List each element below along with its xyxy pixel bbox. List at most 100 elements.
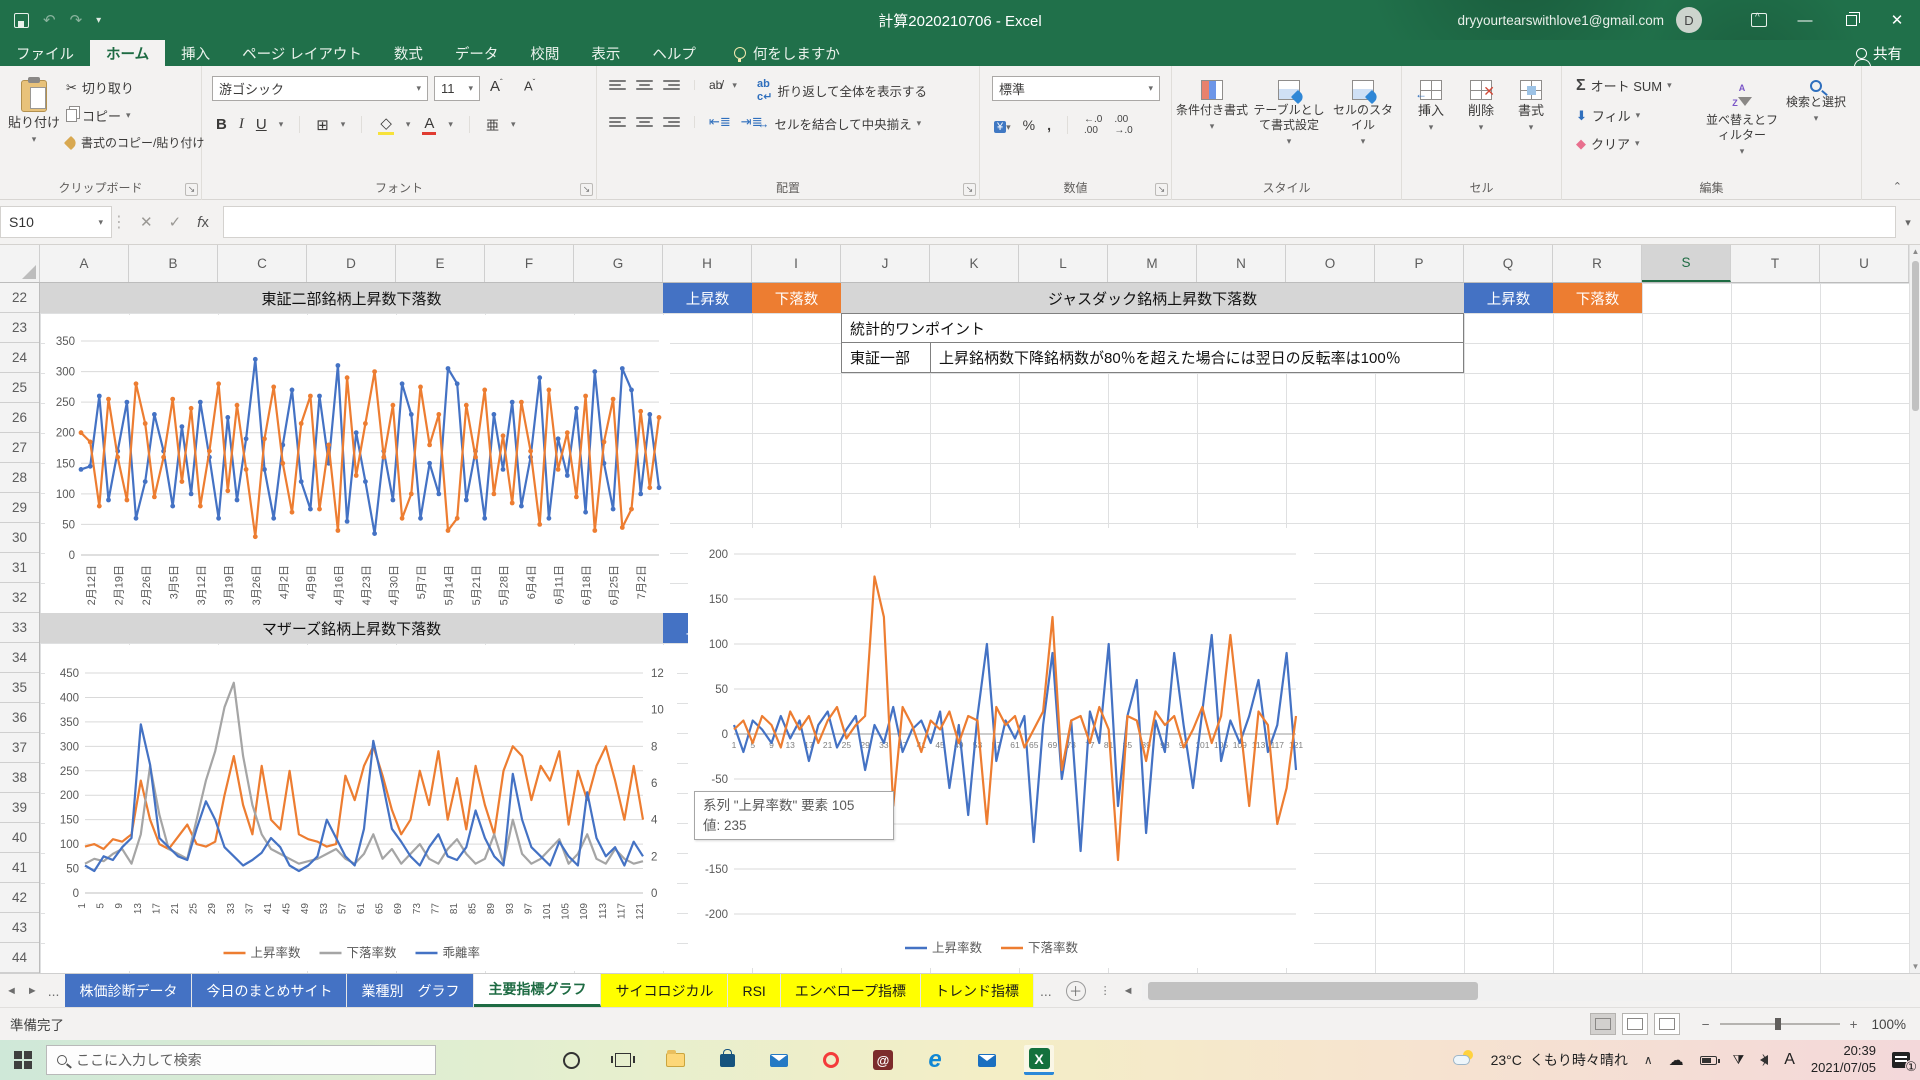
onedrive-cloud-icon[interactable]: ☁ xyxy=(1669,1051,1684,1069)
jasdaq-up-button[interactable]: 上昇数 xyxy=(1464,283,1553,313)
expand-formula-bar-icon[interactable]: ▾ xyxy=(1896,200,1920,244)
sheet-nav-next-icon[interactable]: ► xyxy=(27,985,38,997)
scroll-up-icon[interactable]: ▲ xyxy=(1910,247,1920,256)
increase-decimal-button[interactable]: ←.0.00 xyxy=(1084,114,1102,136)
row-header-41[interactable]: 41 xyxy=(0,853,39,883)
row-header-39[interactable]: 39 xyxy=(0,793,39,823)
zoom-thumb[interactable] xyxy=(1775,1018,1781,1030)
taskbar-clock[interactable]: 20:392021/07/05 xyxy=(1811,1043,1876,1077)
row-header-36[interactable]: 36 xyxy=(0,703,39,733)
horizontal-scroll-thumb[interactable] xyxy=(1148,982,1478,1000)
sheet-tab-トレンド指標[interactable]: トレンド指標 xyxy=(921,974,1034,1007)
account-email[interactable]: dryyourtearswithlove1@gmail.com xyxy=(1457,13,1664,28)
sheet-tab-サイコロジカル[interactable]: サイコロジカル xyxy=(601,974,728,1007)
cortana-icon[interactable] xyxy=(556,1045,586,1075)
row-header-28[interactable]: 28 xyxy=(0,463,39,493)
cut-button[interactable]: ✂切り取り xyxy=(66,78,134,97)
zoom-in-icon[interactable]: + xyxy=(1850,1017,1858,1032)
sheet-tab-業種別 グラフ[interactable]: 業種別 グラフ xyxy=(347,974,474,1007)
column-header-P[interactable]: P xyxy=(1375,245,1464,282)
column-header-S[interactable]: S xyxy=(1642,245,1731,282)
orientation-button[interactable]: ab̸ xyxy=(709,78,722,92)
email-at-icon[interactable]: @ xyxy=(868,1045,898,1075)
fill-button[interactable]: ⬇フィル▾ xyxy=(1576,106,1640,125)
zoom-out-icon[interactable]: − xyxy=(1702,1017,1710,1032)
column-header-M[interactable]: M xyxy=(1108,245,1197,282)
format-cells-button[interactable]: 書式▾ xyxy=(1508,74,1554,134)
row-header-34[interactable]: 34 xyxy=(0,643,39,673)
sheet-tab-株価診断データ[interactable]: 株価診断データ xyxy=(65,974,192,1007)
column-header-J[interactable]: J xyxy=(841,245,930,282)
weather-icon[interactable] xyxy=(1453,1053,1475,1068)
row-header-37[interactable]: 37 xyxy=(0,733,39,763)
tab-file[interactable]: ファイル xyxy=(0,40,90,66)
page-break-view-icon[interactable] xyxy=(1654,1013,1680,1035)
name-box[interactable]: S10▾ xyxy=(0,206,112,238)
edge-browser-icon[interactable]: e xyxy=(920,1045,950,1075)
opera-browser-icon[interactable] xyxy=(816,1045,846,1075)
scroll-down-icon[interactable]: ▼ xyxy=(1910,962,1920,971)
weather-temp[interactable]: 23°C xyxy=(1491,1052,1522,1068)
namebox-splitter[interactable]: ⋮ xyxy=(112,200,126,244)
zoom-level[interactable]: 100% xyxy=(1871,1017,1906,1032)
ime-indicator[interactable]: A xyxy=(1784,1051,1795,1069)
column-header-I[interactable]: I xyxy=(752,245,841,282)
tosho2-down-button[interactable]: 下落数 xyxy=(752,283,841,313)
action-center-icon[interactable]: ① xyxy=(1892,1052,1910,1068)
column-header-B[interactable]: B xyxy=(129,245,218,282)
tab-help[interactable]: ヘルプ xyxy=(636,40,712,66)
row-header-31[interactable]: 31 xyxy=(0,553,39,583)
weather-text[interactable]: くもり時々晴れ xyxy=(1530,1050,1628,1070)
font-size-select[interactable]: 11▾ xyxy=(434,76,480,101)
file-explorer-icon[interactable] xyxy=(660,1045,690,1075)
column-header-H[interactable]: H xyxy=(663,245,752,282)
format-as-table-button[interactable]: テーブルとして書式設定▾ xyxy=(1250,74,1328,147)
column-header-N[interactable]: N xyxy=(1197,245,1286,282)
format-painter-button[interactable]: 書式のコピー/貼り付け xyxy=(66,134,204,151)
outlook-icon[interactable] xyxy=(972,1045,1002,1075)
align-middle-icon[interactable] xyxy=(636,78,653,92)
avatar[interactable]: D xyxy=(1676,7,1702,33)
row-header-43[interactable]: 43 xyxy=(0,913,39,943)
row-header-30[interactable]: 30 xyxy=(0,523,39,553)
borders-button[interactable]: ⊞ xyxy=(316,116,329,134)
column-header-A[interactable]: A xyxy=(40,245,129,282)
italic-button[interactable]: I xyxy=(239,116,244,133)
row-header-27[interactable]: 27 xyxy=(0,433,39,463)
collapse-ribbon-icon[interactable]: ⌃ xyxy=(1893,180,1902,193)
conditional-formatting-button[interactable]: 条件付き書式▾ xyxy=(1176,74,1248,132)
autosum-button[interactable]: Σオート SUM▾ xyxy=(1576,76,1672,95)
vertical-scrollbar[interactable]: ▲ ▼ xyxy=(1909,245,1920,973)
underline-button[interactable]: U xyxy=(256,116,267,133)
tosho2-up-button[interactable]: 上昇数 xyxy=(663,283,752,313)
fill-color-button[interactable]: ◇ xyxy=(378,114,394,135)
bold-button[interactable]: B xyxy=(216,116,227,133)
percent-format-button[interactable]: % xyxy=(1023,117,1035,133)
add-sheet-button[interactable]: ＋ xyxy=(1066,981,1086,1001)
row-header-40[interactable]: 40 xyxy=(0,823,39,853)
sheet-nav-prev-icon[interactable]: ◄ xyxy=(6,985,17,997)
align-right-icon[interactable] xyxy=(663,115,680,129)
volume-icon[interactable] xyxy=(1760,1055,1768,1065)
row-header-29[interactable]: 29 xyxy=(0,493,39,523)
sheet-tab-RSI[interactable]: RSI xyxy=(728,974,780,1007)
column-header-E[interactable]: E xyxy=(396,245,485,282)
tab-home[interactable]: ホーム xyxy=(90,40,165,66)
sheet-tab-今日のまとめサイト[interactable]: 今日のまとめサイト xyxy=(192,974,347,1007)
delete-cells-button[interactable]: ✕ 削除▾ xyxy=(1458,74,1504,134)
find-select-button[interactable]: 検索と選択▾ xyxy=(1784,74,1848,124)
close-button[interactable]: ✕ xyxy=(1874,0,1920,40)
page-layout-view-icon[interactable] xyxy=(1622,1013,1648,1035)
row-header-33[interactable]: 33 xyxy=(0,613,39,643)
alignment-dialog-launcher[interactable]: ↘ xyxy=(963,183,976,196)
clear-button[interactable]: ◆クリア▾ xyxy=(1576,134,1640,153)
font-dialog-launcher[interactable]: ↘ xyxy=(580,183,593,196)
decrease-indent-icon[interactable]: ⇤≣ xyxy=(709,114,731,130)
insert-cells-button[interactable]: ← 挿入▾ xyxy=(1408,74,1454,134)
column-header-R[interactable]: R xyxy=(1553,245,1642,282)
align-bottom-icon[interactable] xyxy=(663,78,680,92)
row-header-35[interactable]: 35 xyxy=(0,673,39,703)
column-header-L[interactable]: L xyxy=(1019,245,1108,282)
wrap-text-button[interactable]: abc↵折り返して全体を表示する xyxy=(757,78,927,103)
mail-app-icon[interactable] xyxy=(764,1045,794,1075)
